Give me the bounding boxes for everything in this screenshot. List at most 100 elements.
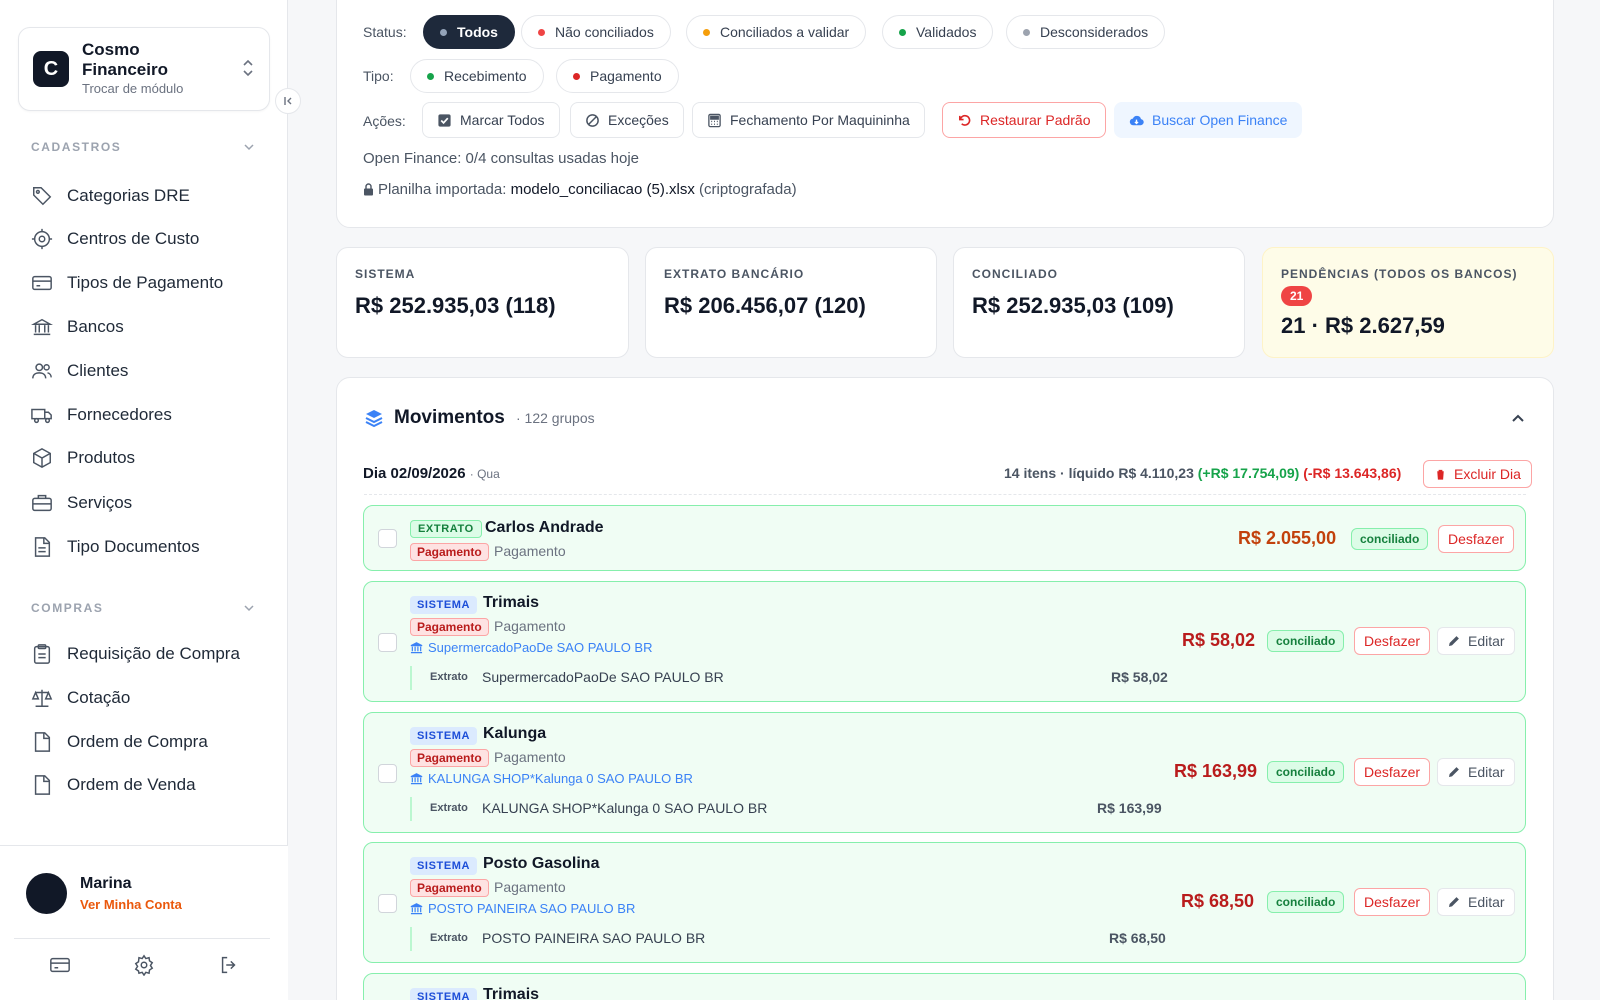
- section-title-compras: COMPRAS: [31, 601, 104, 615]
- avatar[interactable]: [26, 873, 67, 914]
- source-tag: SISTEMA: [410, 857, 478, 875]
- day-summary-negative: (-R$ 13.643,86): [1303, 465, 1402, 481]
- my-account-link[interactable]: Ver Minha Conta: [80, 897, 182, 912]
- status-badge: conciliado: [1351, 528, 1429, 550]
- edit-button[interactable]: Editar: [1437, 888, 1515, 916]
- day-summary-main: 14 itens · líquido R$ 4.110,23: [1004, 465, 1194, 481]
- bank-line: POSTO PAINEIRA SAO PAULO BR: [410, 901, 635, 916]
- undo-button[interactable]: Desfazer: [1354, 758, 1431, 786]
- movement-row[interactable]: SISTEMA Trimais: [363, 973, 1526, 1000]
- type-text: Pagamento: [494, 749, 566, 765]
- sidebar-item-bancos[interactable]: Bancos: [31, 312, 266, 342]
- edit-button[interactable]: Editar: [1437, 627, 1515, 655]
- fetch-open-finance-button[interactable]: Buscar Open Finance: [1114, 102, 1303, 138]
- bank-description: POSTO PAINEIRA SAO PAULO BR: [428, 901, 636, 916]
- close-by-card-machine-button[interactable]: Fechamento Por Maquininha: [692, 102, 925, 138]
- row-checkbox[interactable]: [378, 764, 397, 783]
- sidebar-item-clientes[interactable]: Clientes: [31, 356, 266, 386]
- pending-count-badge: 21: [1281, 286, 1313, 306]
- delete-day-button[interactable]: Excluir Dia: [1423, 460, 1532, 488]
- statement-match-line: Extrato POSTO PAINEIRA SAO PAULO BR: [410, 927, 1110, 951]
- sidebar-item-label: Categorias DRE: [67, 186, 190, 205]
- type-text: Pagamento: [494, 879, 566, 895]
- source-tag: EXTRATO: [410, 520, 482, 538]
- day-separator: [364, 494, 1526, 495]
- button-label: Excluir Dia: [1454, 466, 1521, 482]
- sidebar-item-ordem-de-compra[interactable]: Ordem de Compra: [31, 727, 266, 757]
- open-finance-usage: Open Finance: 0/4 consultas usadas hoje: [363, 150, 640, 167]
- module-logo: C: [33, 51, 69, 87]
- stat-label: CONCILIADO: [972, 267, 1058, 281]
- sidebar-item-centros-de-custo[interactable]: Centros de Custo: [31, 224, 266, 254]
- sidebar-item-tipo-documentos[interactable]: Tipo Documentos: [31, 532, 266, 562]
- undo-button[interactable]: Desfazer: [1354, 627, 1431, 655]
- bank-icon: [410, 773, 423, 785]
- row-name: Kalunga: [483, 725, 547, 742]
- target-icon: [31, 228, 53, 250]
- stat-card-conciliado: CONCILIADO R$ 252.935,03 (109): [953, 247, 1245, 358]
- sidebar-item-ordem-de-venda[interactable]: Ordem de Venda: [31, 770, 266, 800]
- status-filter-nao-conciliados[interactable]: Não conciliados: [521, 15, 671, 49]
- mark-all-button[interactable]: Marcar Todos: [422, 102, 560, 138]
- status-filter-conciliados-a-validar[interactable]: Conciliados a validar: [686, 15, 867, 49]
- tipo-filter-pagamento[interactable]: Pagamento: [556, 59, 679, 93]
- tipo-filter-recebimento[interactable]: Recebimento: [410, 59, 544, 93]
- edit-button[interactable]: Editar: [1437, 758, 1515, 786]
- source-tag: SISTEMA: [410, 727, 478, 745]
- status-filter-todos[interactable]: Todos: [423, 15, 515, 49]
- sidebar-item-label: Tipos de Pagamento: [67, 273, 224, 292]
- sidebar-item-requisicao-de-compra[interactable]: Requisição de Compra: [31, 639, 266, 669]
- stat-value: R$ 252.935,03 (109): [972, 293, 1174, 318]
- wallet-icon[interactable]: [49, 954, 71, 976]
- briefcase-icon: [32, 494, 52, 512]
- collapse-sidebar-button[interactable]: [275, 88, 301, 114]
- row-checkbox[interactable]: [378, 894, 397, 913]
- chevron-down-icon[interactable]: [243, 602, 255, 614]
- chevron-up-icon[interactable]: [1510, 410, 1526, 426]
- match-label: Extrato: [430, 932, 468, 944]
- sidebar-item-categorias-dre[interactable]: Categorias DRE: [31, 181, 266, 211]
- users-icon: [32, 363, 52, 379]
- gear-icon[interactable]: [133, 954, 155, 976]
- pill-label: Não conciliados: [555, 24, 654, 40]
- sidebar-item-label: Tipo Documentos: [67, 537, 200, 556]
- module-switcher[interactable]: C Cosmo Financeiro Trocar de módulo: [18, 27, 270, 111]
- source-tag: SISTEMA: [410, 988, 478, 1000]
- exceptions-button[interactable]: Exceções: [570, 102, 684, 138]
- status-filter-validados[interactable]: Validados: [882, 15, 994, 49]
- spreadsheet-prefix: Planilha importada:: [378, 181, 507, 198]
- restore-default-button[interactable]: Restaurar Padrão: [942, 102, 1106, 138]
- chevron-down-icon[interactable]: [243, 141, 255, 153]
- status-filter-desconsiderados[interactable]: Desconsiderados: [1006, 15, 1166, 49]
- sidebar-item-tipos-de-pagamento[interactable]: Tipos de Pagamento: [31, 268, 266, 298]
- movement-row[interactable]: EXTRATO Carlos Andrade Pagamento Pagamen…: [363, 505, 1526, 571]
- row-name: Posto Gasolina: [483, 855, 600, 872]
- row-amount: R$ 2.055,00: [1238, 528, 1337, 548]
- logout-icon[interactable]: [218, 954, 240, 976]
- ban-icon: [586, 113, 599, 127]
- sidebar-item-servicos[interactable]: Serviços: [31, 488, 266, 518]
- sidebar-item-fornecedores[interactable]: Fornecedores: [31, 400, 266, 430]
- stat-label: SISTEMA: [355, 267, 416, 281]
- sidebar-item-produtos[interactable]: Produtos: [31, 443, 266, 473]
- stat-card-pendencias[interactable]: PENDÊNCIAS (TODOS OS BANCOS) 21 21 · R$ …: [1262, 247, 1554, 358]
- undo-button[interactable]: Desfazer: [1438, 525, 1515, 553]
- match-description: KALUNGA SHOP*Kalunga 0 SAO PAULO BR: [482, 800, 768, 816]
- source-tag: SISTEMA: [410, 596, 478, 614]
- type-text: Pagamento: [494, 618, 566, 634]
- row-checkbox[interactable]: [378, 529, 397, 548]
- sidebar-item-cotacao[interactable]: Cotação: [31, 683, 266, 713]
- type-tag: Pagamento: [410, 879, 489, 897]
- undo-button[interactable]: Desfazer: [1354, 888, 1431, 916]
- truck-icon: [31, 408, 52, 424]
- sidebar-item-label: Requisição de Compra: [67, 644, 240, 663]
- movement-row[interactable]: SISTEMA Posto Gasolina Pagamento Pagamen…: [363, 842, 1526, 963]
- type-text: Pagamento: [494, 543, 566, 559]
- movement-row[interactable]: SISTEMA Kalunga Pagamento Pagamento KALU…: [363, 712, 1526, 833]
- movement-row[interactable]: SISTEMA Trimais Pagamento Pagamento Supe…: [363, 581, 1526, 702]
- row-name: Trimais: [483, 986, 540, 1000]
- button-label: Editar: [1468, 894, 1505, 910]
- match-description: POSTO PAINEIRA SAO PAULO BR: [482, 930, 706, 946]
- row-checkbox[interactable]: [378, 633, 397, 652]
- status-label: Status:: [363, 24, 407, 40]
